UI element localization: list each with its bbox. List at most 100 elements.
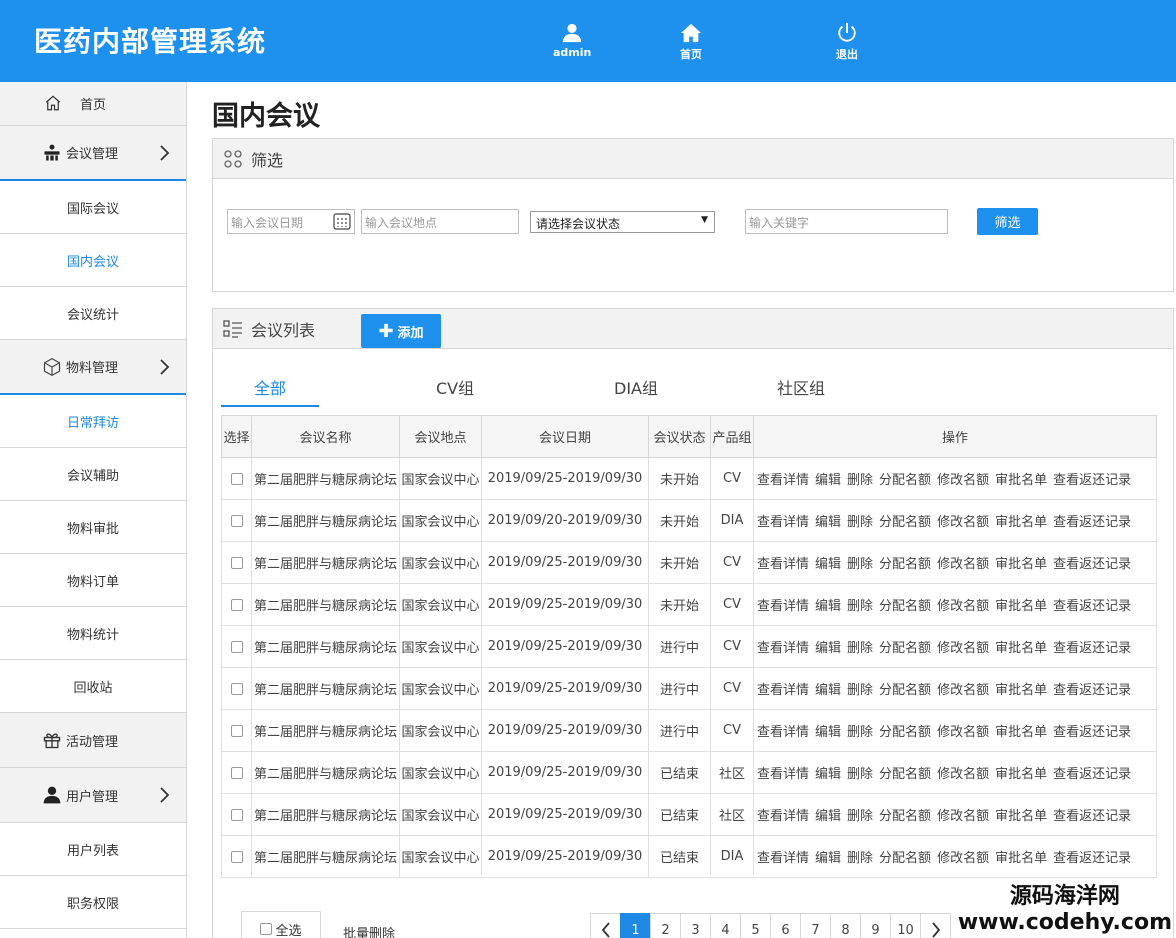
row-checkbox[interactable] [230,640,243,653]
sidebar-item-daily-visit[interactable]: 日常拜访 [0,395,186,448]
delete-link[interactable]: 删除 [847,599,873,614]
place-input[interactable]: 输入会议地点 [361,209,519,234]
date-input[interactable]: 输入会议日期 [227,209,355,234]
modify-quota-link[interactable]: 修改名额 [937,557,989,572]
modify-quota-link[interactable]: 修改名额 [937,515,989,530]
view-return-record-link[interactable]: 查看返还记录 [1053,809,1131,824]
row-checkbox[interactable] [230,766,243,779]
keyword-input[interactable]: 输入关键字 [745,209,948,234]
assign-quota-link[interactable]: 分配名额 [879,641,931,656]
view-return-record-link[interactable]: 查看返还记录 [1053,725,1131,740]
sidebar-item-home[interactable]: 首页 [0,82,186,126]
edit-link[interactable]: 编辑 [815,683,841,698]
row-checkbox[interactable] [230,850,243,863]
approve-list-link[interactable]: 审批名单 [995,515,1047,530]
view-detail-link[interactable]: 查看详情 [757,725,809,740]
calendar-icon[interactable] [333,213,351,230]
delete-link[interactable]: 删除 [847,641,873,656]
assign-quota-link[interactable]: 分配名额 [879,851,931,866]
sidebar-item-material-stats[interactable]: 物料统计 [0,607,186,660]
sidebar-item-intl-meeting[interactable]: 国际会议 [0,181,186,234]
logout-nav[interactable]: 退出 [836,22,858,62]
assign-quota-link[interactable]: 分配名额 [879,557,931,572]
modify-quota-link[interactable]: 修改名额 [937,599,989,614]
modify-quota-link[interactable]: 修改名额 [937,809,989,824]
approve-list-link[interactable]: 审批名单 [995,599,1047,614]
assign-quota-link[interactable]: 分配名额 [879,809,931,824]
view-detail-link[interactable]: 查看详情 [757,767,809,782]
edit-link[interactable]: 编辑 [815,557,841,572]
view-return-record-link[interactable]: 查看返还记录 [1053,851,1131,866]
delete-link[interactable]: 删除 [847,557,873,572]
view-return-record-link[interactable]: 查看返还记录 [1053,515,1131,530]
view-detail-link[interactable]: 查看详情 [757,809,809,824]
page-button[interactable]: 7 [800,913,831,938]
tab-dia[interactable]: DIA组 [614,375,658,399]
user-menu[interactable]: admin [553,22,591,59]
sidebar-item-material-order[interactable]: 物料订单 [0,554,186,607]
tab-community[interactable]: 社区组 [777,375,825,399]
sidebar-item-material-approval[interactable]: 物料审批 [0,501,186,554]
delete-link[interactable]: 删除 [847,473,873,488]
modify-quota-link[interactable]: 修改名额 [937,683,989,698]
delete-link[interactable]: 删除 [847,851,873,866]
modify-quota-link[interactable]: 修改名额 [937,641,989,656]
page-button[interactable]: 8 [830,913,861,938]
home-nav[interactable]: 首页 [680,22,702,62]
edit-link[interactable]: 编辑 [815,725,841,740]
assign-quota-link[interactable]: 分配名额 [879,683,931,698]
page-button[interactable]: 4 [710,913,741,938]
select-all[interactable]: 全选 [241,911,321,938]
edit-link[interactable]: 编辑 [815,515,841,530]
status-select[interactable]: 请选择会议状态 ▼ [530,211,715,233]
tab-all[interactable]: 全部 [254,375,286,399]
approve-list-link[interactable]: 审批名单 [995,851,1047,866]
modify-quota-link[interactable]: 修改名额 [937,725,989,740]
page-button[interactable]: 1 [620,913,651,938]
view-detail-link[interactable]: 查看详情 [757,599,809,614]
modify-quota-link[interactable]: 修改名额 [937,767,989,782]
view-detail-link[interactable]: 查看详情 [757,473,809,488]
modify-quota-link[interactable]: 修改名额 [937,473,989,488]
add-button[interactable]: ✚ 添加 [361,314,441,348]
row-checkbox[interactable] [230,472,243,485]
edit-link[interactable]: 编辑 [815,767,841,782]
modify-quota-link[interactable]: 修改名额 [937,851,989,866]
batch-delete-button[interactable]: 批量删除 [343,923,395,938]
page-button[interactable]: 9 [860,913,891,938]
delete-link[interactable]: 删除 [847,515,873,530]
edit-link[interactable]: 编辑 [815,599,841,614]
sidebar-group-material[interactable]: 物料管理 [0,340,186,395]
assign-quota-link[interactable]: 分配名额 [879,473,931,488]
view-detail-link[interactable]: 查看详情 [757,557,809,572]
view-return-record-link[interactable]: 查看返还记录 [1053,683,1131,698]
approve-list-link[interactable]: 审批名单 [995,557,1047,572]
assign-quota-link[interactable]: 分配名额 [879,725,931,740]
edit-link[interactable]: 编辑 [815,641,841,656]
page-button[interactable]: 5 [740,913,771,938]
assign-quota-link[interactable]: 分配名额 [879,515,931,530]
row-checkbox[interactable] [230,724,243,737]
tab-cv[interactable]: CV组 [436,375,474,399]
approve-list-link[interactable]: 审批名单 [995,641,1047,656]
approve-list-link[interactable]: 审批名单 [995,725,1047,740]
view-return-record-link[interactable]: 查看返还记录 [1053,557,1131,572]
delete-link[interactable]: 删除 [847,683,873,698]
view-detail-link[interactable]: 查看详情 [757,641,809,656]
sidebar-group-activity[interactable]: 活动管理 [0,713,186,768]
row-checkbox[interactable] [230,556,243,569]
sidebar-item-domestic-meeting[interactable]: 国内会议 [0,234,186,287]
edit-link[interactable]: 编辑 [815,809,841,824]
assign-quota-link[interactable]: 分配名额 [879,767,931,782]
view-detail-link[interactable]: 查看详情 [757,851,809,866]
page-button[interactable]: 3 [680,913,711,938]
page-button[interactable]: 6 [770,913,801,938]
row-checkbox[interactable] [230,514,243,527]
sidebar-item-role-permission[interactable]: 职务权限 [0,876,186,929]
approve-list-link[interactable]: 审批名单 [995,809,1047,824]
row-checkbox[interactable] [230,808,243,821]
view-detail-link[interactable]: 查看详情 [757,683,809,698]
sidebar-group-meeting[interactable]: 会议管理 [0,126,186,181]
edit-link[interactable]: 编辑 [815,473,841,488]
edit-link[interactable]: 编辑 [815,851,841,866]
